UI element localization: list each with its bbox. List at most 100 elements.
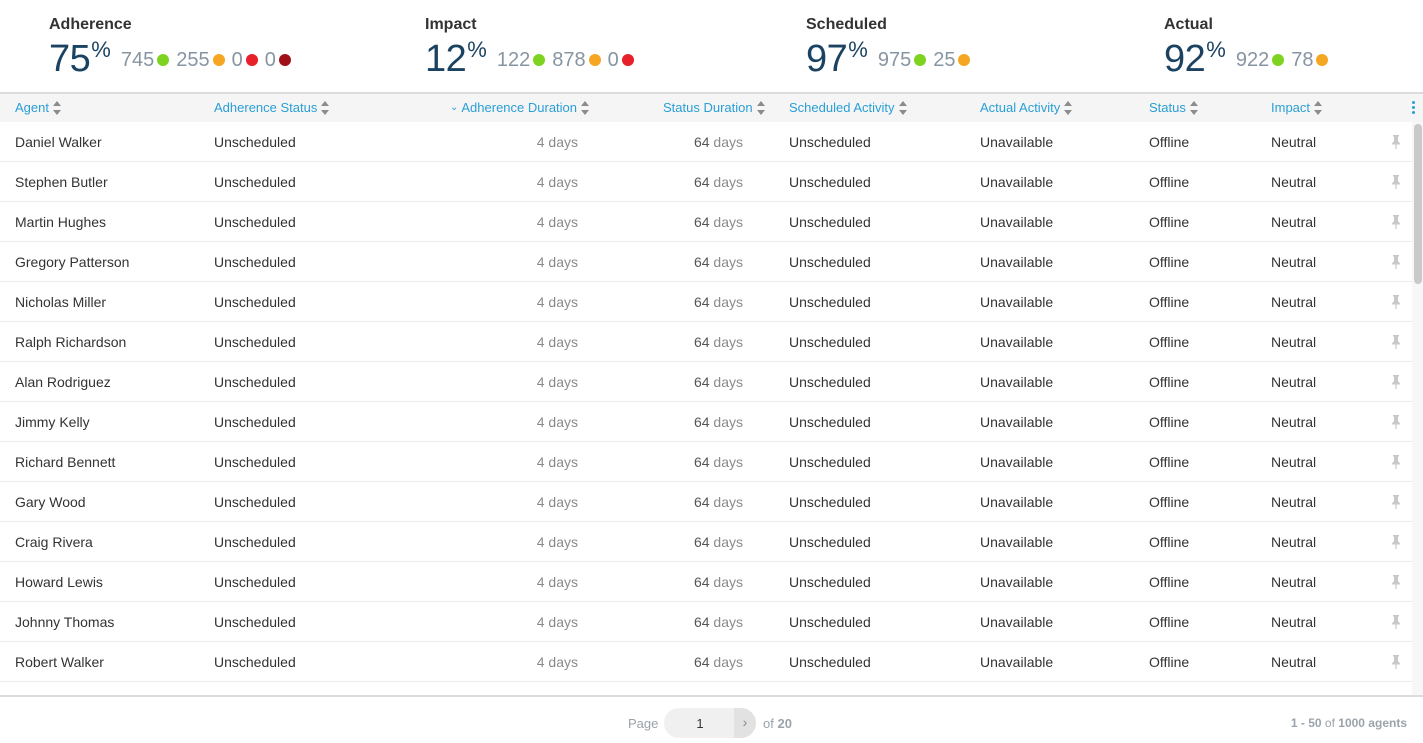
table-row[interactable]: Ralph Richardson Unscheduled 4 days 64 days…	[0, 322, 1412, 362]
pin-icon[interactable]	[1390, 135, 1402, 149]
table-row[interactable]: Gregory Patterson Unscheduled 4 days 64 day…	[0, 242, 1412, 282]
column-header-adherence-status[interactable]: Adherence Status	[214, 94, 330, 122]
column-header-adherence-duration[interactable]: ⌄ Adherence Duration	[450, 94, 590, 122]
next-page-button[interactable]: ›	[734, 708, 756, 738]
cell-status: Offline	[1149, 654, 1190, 670]
cell-agent: Craig Rivera	[15, 534, 93, 550]
page-of-label: of	[763, 716, 774, 731]
pin-icon[interactable]	[1390, 575, 1402, 589]
status-dot-icon	[1316, 54, 1329, 66]
sort-icon	[1314, 100, 1323, 115]
status-dot-icon	[621, 54, 634, 66]
column-header-impact[interactable]: Impact	[1271, 94, 1323, 122]
column-header-actual-activity[interactable]: Actual Activity	[980, 94, 1073, 122]
cell-status: Offline	[1149, 494, 1190, 510]
pagination-bar: Page › of 20 1 - 50 of 1000 agents	[0, 695, 1423, 743]
duration-unit: days	[713, 214, 743, 230]
kpi-count: 975	[878, 49, 927, 72]
cell-status: Offline	[1149, 134, 1190, 150]
kpi-title: Adherence	[49, 16, 132, 33]
table-row[interactable]: Stephen Butler Unscheduled 4 days 64 days Un…	[0, 162, 1412, 202]
column-header-agent[interactable]: Agent	[15, 94, 62, 122]
pin-icon[interactable]	[1390, 455, 1402, 469]
table-row[interactable]: Jimmy Kelly Unscheduled 4 days 64 days Unsch…	[0, 402, 1412, 442]
column-header-status-duration[interactable]: Status Duration	[663, 94, 766, 122]
cell-adherence-duration: 4 days	[537, 642, 578, 682]
sort-icon	[52, 100, 62, 115]
total-agents: 1000 agents	[1338, 716, 1407, 730]
kpi-percent: 75	[49, 38, 91, 80]
table-row[interactable]: Richard Bennett Unscheduled 4 days 64 days U…	[0, 442, 1412, 482]
duration-unit: days	[713, 294, 743, 310]
table-row[interactable]: Nicholas Miller Unscheduled 4 days 64 days U…	[0, 282, 1412, 322]
cell-impact: Neutral	[1271, 454, 1317, 470]
pin-icon[interactable]	[1390, 655, 1402, 669]
cell-status: Offline	[1149, 254, 1190, 270]
table-row[interactable]: Martin Hughes Unscheduled 4 days 64 days Uns…	[0, 202, 1412, 242]
duration-value: 4	[536, 654, 545, 670]
pin-icon[interactable]	[1390, 375, 1402, 389]
status-dot-icon	[157, 54, 170, 66]
duration-unit: days	[548, 374, 578, 390]
cell-agent: Howard Lewis	[15, 574, 103, 590]
column-header-label: Scheduled Activity	[789, 100, 895, 115]
kpi-count: 0	[265, 49, 291, 72]
cell-impact: Neutral	[1271, 254, 1317, 270]
duration-unit: days	[713, 254, 743, 270]
pin-icon[interactable]	[1390, 415, 1402, 429]
cell-impact: Neutral	[1271, 414, 1317, 430]
page-number-input[interactable]	[664, 708, 736, 738]
column-header-label: Agent	[15, 100, 49, 115]
cell-status-duration: 64 days	[694, 202, 743, 242]
kpi-count-value: 78	[1291, 48, 1314, 71]
kpi-count-value: 922	[1235, 48, 1270, 71]
pin-icon[interactable]	[1390, 215, 1402, 229]
cell-agent: Richard Bennett	[15, 454, 116, 470]
scrollbar-thumb[interactable]	[1414, 124, 1422, 284]
duration-value: 4	[536, 374, 545, 390]
kpi-title: Scheduled	[806, 16, 887, 33]
cell-status-duration: 64 days	[694, 282, 743, 322]
kpi-percent-sign: %	[467, 37, 487, 62]
kpi-actual: Actual 92% 922 78	[1164, 16, 1335, 79]
sort-icon	[321, 100, 330, 115]
table-row[interactable]: Craig Rivera Unscheduled 4 days 64 days Unsc…	[0, 522, 1412, 562]
table-row[interactable]: Gary Wood Unscheduled 4 days 64 days Unsched…	[0, 482, 1412, 522]
duration-unit: days	[548, 574, 578, 590]
status-dot-icon	[1272, 54, 1285, 66]
pin-icon[interactable]	[1390, 615, 1402, 629]
cell-adherence-status: Unscheduled	[214, 414, 296, 430]
cell-agent: Ralph Richardson	[15, 334, 127, 350]
pin-icon[interactable]	[1390, 335, 1402, 349]
table-row[interactable]: Johnny Thomas Unscheduled 4 days 64 days Uns…	[0, 602, 1412, 642]
pin-icon[interactable]	[1390, 535, 1402, 549]
column-header-scheduled-activity[interactable]: Scheduled Activity	[789, 94, 908, 122]
table-row[interactable]: Alan Rodriguez Unscheduled 4 days 64 days Un…	[0, 362, 1412, 402]
table-row[interactable]: Daniel Walker Unscheduled 4 days 64 days Uns…	[0, 122, 1412, 162]
column-header-label: Adherence Duration	[461, 100, 578, 115]
kebab-menu-icon[interactable]	[1412, 101, 1416, 116]
table-row[interactable]: Howard Lewis Unscheduled 4 days 64 days Unsc…	[0, 562, 1412, 602]
pin-icon[interactable]	[1390, 295, 1402, 309]
pin-icon[interactable]	[1390, 495, 1402, 509]
pin-icon[interactable]	[1390, 175, 1402, 189]
status-dot-icon	[212, 54, 225, 66]
cell-adherence-status: Unscheduled	[214, 174, 296, 190]
cell-adherence-status: Unscheduled	[214, 374, 296, 390]
cell-impact: Neutral	[1271, 614, 1317, 630]
table-row[interactable]: Robert Walker Unscheduled 4 days 64 days Uns…	[0, 642, 1412, 682]
cell-status: Offline	[1149, 454, 1190, 470]
cell-adherence-duration: 4 days	[537, 282, 578, 322]
duration-value: 64	[693, 334, 710, 350]
kpi-count-value: 0	[264, 48, 276, 71]
cell-adherence-duration: 4 days	[537, 122, 578, 162]
kpi-impact: Impact 12% 122 878 0	[425, 16, 641, 79]
kpi-count: 878	[552, 49, 601, 72]
column-header-status[interactable]: Status	[1149, 94, 1199, 122]
duration-unit: days	[713, 494, 743, 510]
duration-value: 64	[693, 454, 710, 470]
kpi-count: 745	[121, 49, 170, 72]
pin-icon[interactable]	[1390, 255, 1402, 269]
cell-agent: Martin Hughes	[15, 214, 107, 230]
duration-value: 64	[693, 614, 710, 630]
